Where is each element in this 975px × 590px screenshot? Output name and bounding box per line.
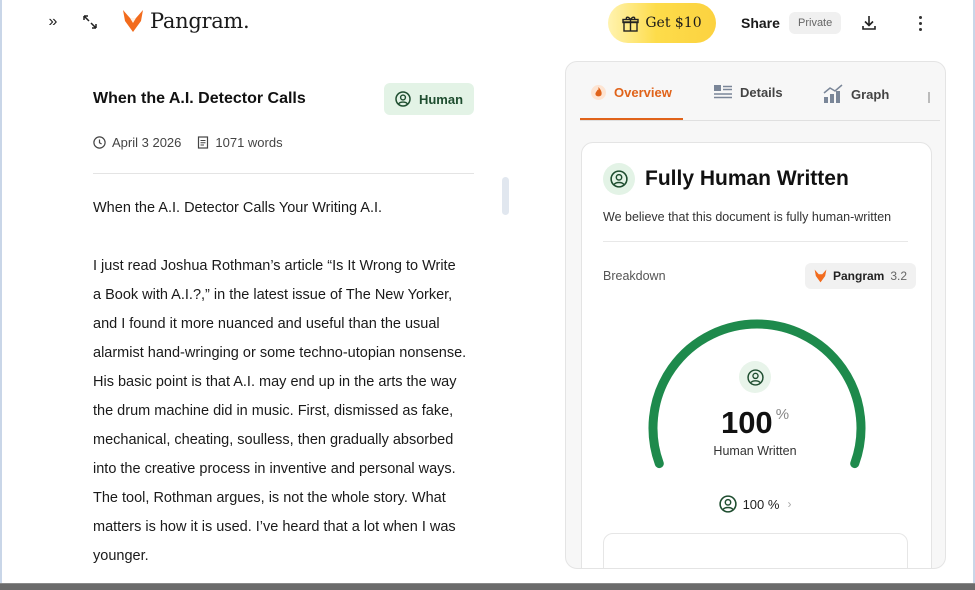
paragraph-line: the drum machine did in music. First, di… [93, 403, 454, 419]
paragraph-line: and I found it more nuanced and useful t… [93, 316, 440, 332]
get-10-promo-button[interactable]: Get $10 [608, 3, 716, 43]
top-bar: » Pangram. Get $10 Share Private [0, 0, 975, 46]
chevron-right-icon: › [787, 497, 792, 511]
analysis-panel: Overview Details Graph Fully Human Writt… [565, 61, 946, 569]
human-badge-label: Human [418, 91, 464, 107]
gauge-fill [648, 319, 866, 469]
tab-details[interactable]: Details [713, 84, 783, 100]
human-icon-circle [603, 163, 635, 195]
document-body[interactable]: When the A.I. Detector Calls Your Writin… [93, 194, 488, 571]
model-name: Pangram [833, 269, 885, 283]
result-title: Fully Human Written [645, 167, 849, 190]
paragraph-line: matters is how it is used. I’ve heard th… [93, 519, 456, 535]
brand-name: Pangram. [150, 9, 250, 33]
document-heading-line: When the A.I. Detector Calls Your Writin… [93, 200, 383, 216]
word-count: 1071 words [215, 135, 283, 150]
document-icon [198, 136, 209, 149]
paragraph-line: a Book with A.I.?,” in the latest issue … [93, 287, 453, 303]
user-circle-icon [718, 495, 737, 513]
tab-graph[interactable]: Graph [823, 84, 889, 104]
fox-logo-icon [123, 10, 143, 32]
human-verdict-badge[interactable]: Human [384, 83, 474, 115]
user-circle-icon [395, 91, 411, 107]
paragraph-line: mechanical, cheating, soulless, then gra… [93, 432, 454, 448]
gauge-value: 100% [720, 405, 790, 440]
list-details-icon [714, 85, 732, 99]
visibility-badge[interactable]: Private [789, 12, 842, 34]
gauge-caption: Human Written [713, 444, 797, 458]
user-circle-icon [610, 170, 628, 188]
expand-sidebar-icon[interactable]: » [43, 12, 63, 32]
result-header: Fully Human Written [603, 163, 849, 195]
gauge-track [648, 319, 866, 469]
paragraph-line: into the creative process in inventive a… [93, 461, 456, 477]
document-date: April 3 2026 [112, 135, 182, 150]
segment-box [603, 533, 908, 568]
paragraph-line: The tool, Rothman argues, is not the who… [93, 490, 446, 506]
score-value: 100 % [742, 496, 780, 512]
user-circle-icon [746, 368, 764, 386]
paragraph-line: I just read Joshua Rothman’s article “Is… [93, 258, 456, 274]
model-version-pill[interactable]: Pangram 3.2 [805, 263, 917, 289]
fullscreen-icon[interactable] [80, 12, 100, 32]
breakdown-label: Breakdown [603, 269, 666, 283]
document-divider [93, 173, 474, 174]
gift-icon [622, 16, 640, 32]
share-button[interactable]: Share [741, 15, 780, 31]
download-icon[interactable] [858, 12, 880, 34]
more-options-icon[interactable] [911, 12, 929, 34]
taskbar-strip [0, 583, 975, 590]
clock-icon [93, 136, 106, 149]
panel-tabs: Overview Details Graph [580, 62, 940, 121]
paragraph-line: alarmist hand-wringing or some techno-ut… [93, 345, 467, 361]
promo-label: Get $10 [645, 15, 702, 31]
paragraph-line: younger. [93, 548, 149, 564]
document-meta: April 3 2026 1071 words [93, 135, 299, 150]
fox-logo-icon [814, 269, 827, 283]
document-title: When the A.I. Detector Calls [93, 90, 306, 107]
model-version: 3.2 [890, 269, 908, 283]
paragraph-line: His basic point is that A.I. may end up … [93, 374, 457, 390]
score-breakdown-row[interactable]: 100 % › [582, 495, 928, 513]
result-subtitle: We believe that this document is fully h… [603, 210, 892, 224]
result-card: Fully Human Written We believe that this… [581, 142, 932, 568]
tab-overflow-indicator [928, 92, 930, 103]
card-divider [603, 241, 908, 242]
bar-chart-icon [823, 84, 843, 103]
document-paragraph: I just read Joshua Rothman’s article “Is… [93, 252, 488, 571]
brand-logo[interactable]: Pangram. [122, 9, 250, 33]
scrollbar-thumb[interactable] [502, 177, 509, 215]
gauge-user-icon [739, 361, 771, 393]
flame-icon [591, 85, 606, 100]
tab-overview[interactable]: Overview [590, 84, 672, 101]
tabs-divider [580, 120, 940, 121]
